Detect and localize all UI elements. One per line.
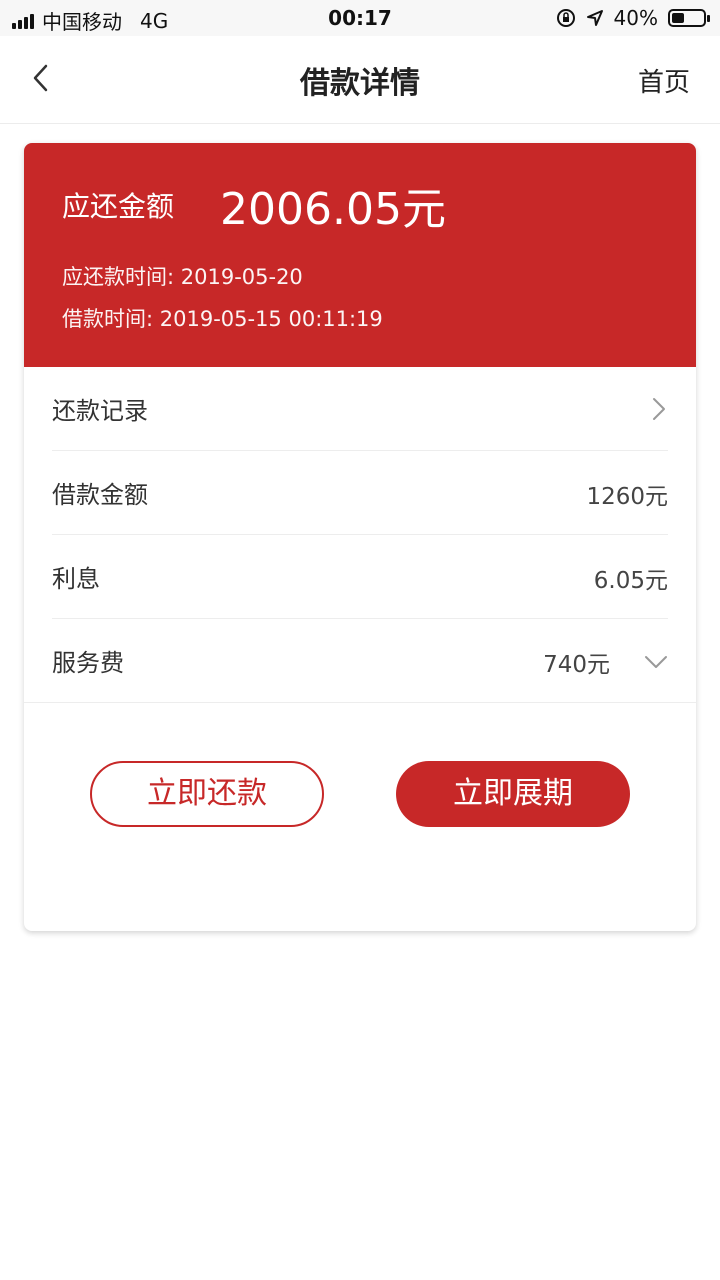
row-value: 740元 [543,652,610,678]
location-icon [586,10,603,26]
row-label: 利息 [52,565,100,593]
nav-bar: 借款详情 首页 [0,36,720,124]
due-date-text: 应还款时间: 2019-05-20 [62,265,303,289]
repayment-record-row[interactable]: 还款记录 [52,367,668,451]
battery-icon [668,9,710,27]
chevron-down-icon[interactable] [644,655,668,669]
chevron-right-icon [653,398,665,420]
loan-time-text: 借款时间: 2019-05-15 00:11:19 [62,307,383,331]
row-label: 借款金额 [52,481,148,509]
repay-now-button[interactable]: 立即还款 [90,761,324,827]
service-fee-row[interactable]: 服务费 740元 [24,619,696,703]
interest-row: 利息 6.05元 [52,535,668,619]
orientation-lock-icon [556,9,575,27]
home-link[interactable]: 首页 [638,62,690,99]
extend-now-button[interactable]: 立即展期 [396,761,630,827]
row-label: 服务费 [52,649,124,677]
loan-detail-card: 应还金额 2006.05元 应还款时间: 2019-05-20 借款时间: 20… [24,143,696,931]
amount-due-value: 2006.05元 [220,184,446,235]
row-label: 还款记录 [52,397,148,425]
amount-due-label: 应还金额 [62,190,175,223]
row-value: 6.05元 [593,568,668,594]
detail-list: 还款记录 借款金额 1260元 利息 6.05元 服务费 740元 [24,367,696,703]
row-value: 1260元 [586,484,668,510]
status-bar: 中国移动 4G 00:17 40% [0,0,720,36]
page-title: 借款详情 [300,66,420,101]
loan-amount-row: 借款金额 1260元 [52,451,668,535]
amount-banner: 应还金额 2006.05元 应还款时间: 2019-05-20 借款时间: 20… [24,143,696,367]
battery-percent: 40% [613,6,658,30]
status-right: 40% [556,6,710,30]
